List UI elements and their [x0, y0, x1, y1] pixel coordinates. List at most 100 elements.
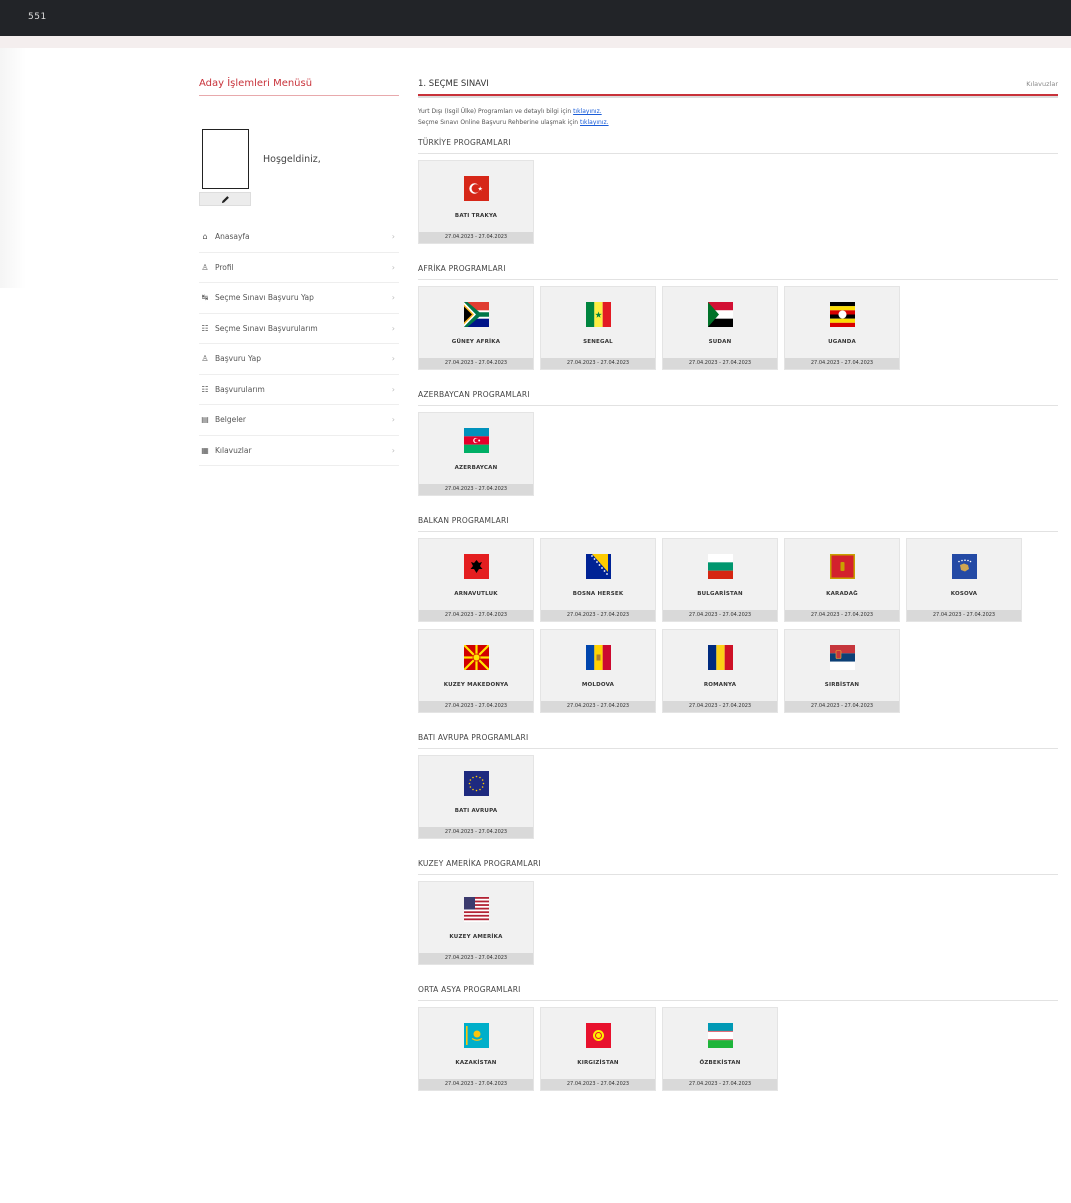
user-icon: ♙ — [201, 262, 209, 272]
brand-text: 551 — [28, 12, 47, 22]
program-card-north-macedonia[interactable]: KUZEY MAKEDONYA 27.04.2023 - 27.04.2023 — [418, 629, 534, 713]
chevron-right-icon: › — [391, 415, 395, 425]
program-card-south-africa[interactable]: GÜNEY AFRİKA 27.04.2023 - 27.04.2023 — [418, 286, 534, 370]
program-name: ARNAVUTLUK — [454, 591, 498, 597]
program-name: BATI AVRUPA — [454, 808, 498, 814]
guides-link[interactable]: Kılavuzlar — [1026, 80, 1058, 88]
serbia-flag-icon — [830, 645, 855, 670]
sidebar-item-1[interactable]: ♙ Profil › — [199, 253, 399, 283]
program-card-usa[interactable]: KUZEY AMERİKA 27.04.2023 - 27.04.2023 — [418, 881, 534, 965]
uganda-flag-icon — [830, 302, 855, 327]
program-card-albania[interactable]: ARNAVUTLUK 27.04.2023 - 27.04.2023 — [418, 538, 534, 622]
program-dates: 27.04.2023 - 27.04.2023 — [663, 1079, 777, 1090]
turkey-flag-icon — [464, 176, 489, 201]
program-section: AZERBAYCAN PROGRAMLARI AZERBAYCAN 27.04.20… — [418, 390, 1058, 496]
kazakhstan-flag-icon — [464, 1023, 489, 1048]
section-title: KUZEY AMERİKA PROGRAMLARI — [418, 859, 1058, 875]
program-name: AZERBAYCAN — [454, 465, 498, 471]
program-section: AFRİKA PROGRAMLARI GÜNEY AFRİKA 27.04.2023… — [418, 264, 1058, 370]
program-dates: 27.04.2023 - 27.04.2023 — [785, 610, 899, 621]
program-section: TÜRKİYE PROGRAMLARI BATI TRAKYA 27.04.2023… — [418, 138, 1058, 244]
program-name: SIRBİSTAN — [824, 682, 860, 688]
program-name: BOSNA HERSEK — [572, 591, 624, 597]
south-africa-flag-icon — [464, 302, 489, 327]
page-title: 1. SEÇME SINAVI — [418, 79, 489, 89]
document-icon: ▤ — [201, 415, 209, 425]
avatar-edit-button[interactable] — [199, 192, 251, 206]
kosovo-flag-icon — [952, 554, 977, 579]
program-card-eu[interactable]: BATI AVRUPA 27.04.2023 - 27.04.2023 — [418, 755, 534, 839]
program-card-uganda[interactable]: UGANDA 27.04.2023 - 27.04.2023 — [784, 286, 900, 370]
list-icon: ☷ — [201, 384, 209, 394]
program-cards: BATI AVRUPA 27.04.2023 - 27.04.2023 — [418, 755, 1058, 839]
program-dates: 27.04.2023 - 27.04.2023 — [419, 827, 533, 838]
program-card-montenegro[interactable]: KARADAĞ 27.04.2023 - 27.04.2023 — [784, 538, 900, 622]
program-name: KOSOVA — [950, 591, 978, 597]
montenegro-flag-icon — [830, 554, 855, 579]
north-macedonia-flag-icon — [464, 645, 489, 670]
chevron-right-icon: › — [391, 323, 395, 333]
program-section: BATI AVRUPA PROGRAMLARI BATI AVRUPA 27.04.… — [418, 733, 1058, 839]
info-line-text: Yurt Dışı (Isgil Ülke) Programları ve de… — [418, 108, 574, 115]
program-card-kosovo[interactable]: KOSOVA 27.04.2023 - 27.04.2023 — [906, 538, 1022, 622]
program-dates: 27.04.2023 - 27.04.2023 — [419, 610, 533, 621]
apply-icon: ↹ — [201, 293, 209, 303]
program-card-turkey[interactable]: BATI TRAKYA 27.04.2023 - 27.04.2023 — [418, 160, 534, 244]
sidebar: Aday İşlemleri Menüsü Hoşgeldiniz, ⌂ Anas… — [199, 78, 399, 466]
kyrgyzstan-flag-icon — [586, 1023, 611, 1048]
program-cards: BATI TRAKYA 27.04.2023 - 27.04.2023 — [418, 160, 1058, 244]
program-card-romania[interactable]: ROMANYA 27.04.2023 - 27.04.2023 — [662, 629, 778, 713]
program-dates: 27.04.2023 - 27.04.2023 — [541, 701, 655, 712]
program-card-kazakhstan[interactable]: KAZAKİSTAN 27.04.2023 - 27.04.2023 — [418, 1007, 534, 1091]
program-card-senegal[interactable]: SENEGAL 27.04.2023 - 27.04.2023 — [540, 286, 656, 370]
chevron-right-icon: › — [391, 293, 395, 303]
sidebar-item-5[interactable]: ☷ Başvurularım › — [199, 375, 399, 405]
main-header: 1. SEÇME SINAVI Kılavuzlar — [418, 78, 1058, 98]
sidebar-item-4[interactable]: ♙ Başvuru Yap › — [199, 344, 399, 375]
program-card-sudan[interactable]: SUDAN 27.04.2023 - 27.04.2023 — [662, 286, 778, 370]
chevron-right-icon: › — [391, 445, 395, 455]
program-name: KUZEY AMERİKA — [449, 934, 503, 940]
apply-user-icon: ♙ — [201, 354, 209, 364]
welcome-text: Hoşgeldiniz, — [263, 154, 321, 165]
azerbaijan-flag-icon — [464, 428, 489, 453]
program-name: SENEGAL — [583, 339, 613, 345]
program-card-serbia[interactable]: SIRBİSTAN 27.04.2023 - 27.04.2023 — [784, 629, 900, 713]
sidebar-item-2[interactable]: ↹ Seçme Sınavı Başvuru Yap › — [199, 283, 399, 314]
program-dates: 27.04.2023 - 27.04.2023 — [663, 358, 777, 369]
program-dates: 27.04.2023 - 27.04.2023 — [419, 484, 533, 495]
program-section: KUZEY AMERİKA PROGRAMLARI KUZEY AMERİKA 27… — [418, 859, 1058, 965]
sidebar-item-label: Anasayfa — [215, 232, 250, 242]
sidebar-item-3[interactable]: ☷ Seçme Sınavı Başvurularım › — [199, 314, 399, 344]
list-icon: ☷ — [201, 323, 209, 333]
program-cards: KUZEY AMERİKA 27.04.2023 - 27.04.2023 — [418, 881, 1058, 965]
chevron-right-icon: › — [391, 232, 395, 242]
program-card-bosnia[interactable]: BOSNA HERSEK 27.04.2023 - 27.04.2023 — [540, 538, 656, 622]
uzbekistan-flag-icon — [708, 1023, 733, 1048]
program-dates: 27.04.2023 - 27.04.2023 — [785, 358, 899, 369]
pencil-icon — [221, 195, 229, 203]
sidebar-item-7[interactable]: ▦ Kılavuzlar › — [199, 436, 399, 466]
section-title: BALKAN PROGRAMLARI — [418, 516, 1058, 532]
program-name: ÖZBEKİSTAN — [699, 1060, 741, 1066]
program-name: SUDAN — [708, 339, 732, 345]
program-cards: AZERBAYCAN 27.04.2023 - 27.04.2023 — [418, 412, 1058, 496]
sub-navbar — [0, 36, 1071, 48]
program-card-uzbekistan[interactable]: ÖZBEKİSTAN 27.04.2023 - 27.04.2023 — [662, 1007, 778, 1091]
program-card-moldova[interactable]: MOLDOVA 27.04.2023 - 27.04.2023 — [540, 629, 656, 713]
program-name: UGANDA — [828, 339, 856, 345]
info-link[interactable]: tıklayınız. — [580, 119, 609, 126]
eu-flag-icon — [464, 771, 489, 796]
program-name: KARADAĞ — [826, 591, 858, 597]
section-title: AFRİKA PROGRAMLARI — [418, 264, 1058, 280]
info-link[interactable]: tıklayınız. — [573, 108, 602, 115]
sidebar-item-label: Profil — [215, 262, 234, 272]
program-card-bulgaria[interactable]: BULGARİSTAN 27.04.2023 - 27.04.2023 — [662, 538, 778, 622]
sidebar-item-6[interactable]: ▤ Belgeler › — [199, 405, 399, 436]
sidebar-item-0[interactable]: ⌂ Anasayfa › — [199, 222, 399, 253]
program-card-kyrgyzstan[interactable]: KIRGIZİSTAN 27.04.2023 - 27.04.2023 — [540, 1007, 656, 1091]
program-card-azerbaijan[interactable]: AZERBAYCAN 27.04.2023 - 27.04.2023 — [418, 412, 534, 496]
program-sections: TÜRKİYE PROGRAMLARI BATI TRAKYA 27.04.2023… — [418, 138, 1058, 1091]
program-name: GÜNEY AFRİKA — [451, 339, 501, 345]
program-dates: 27.04.2023 - 27.04.2023 — [541, 1079, 655, 1090]
